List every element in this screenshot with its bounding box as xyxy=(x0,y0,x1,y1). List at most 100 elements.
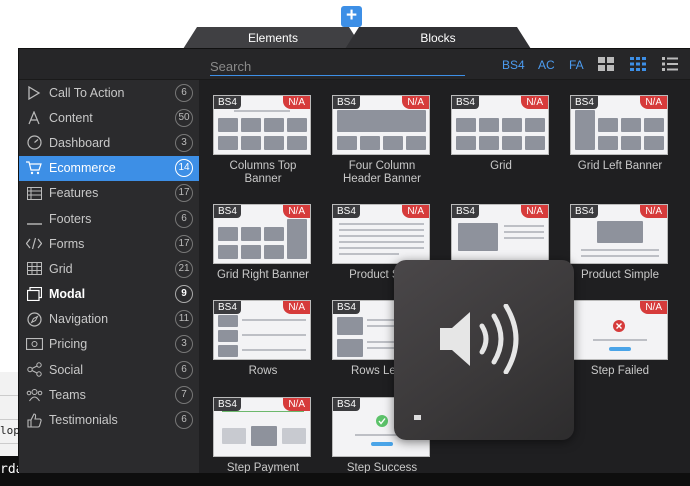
sidebar-item-label: Content xyxy=(49,110,93,125)
sidebar-item-navigation[interactable]: Navigation 11 xyxy=(19,307,199,332)
sidebar-item-label: Call To Action xyxy=(49,85,125,100)
filter-bs4-button[interactable]: BS4 xyxy=(502,58,525,72)
thumb-icon xyxy=(25,412,43,428)
na-badge: N/A xyxy=(640,96,667,109)
block-thumbnail: BS4 N/A xyxy=(213,204,311,264)
block-thumbnail: BS4 N/A xyxy=(570,95,668,155)
sidebar-item-label: Testimonials xyxy=(49,413,118,428)
sidebar-item-call-to-action[interactable]: Call To Action 6 xyxy=(19,80,199,105)
tab-elements[interactable]: Elements xyxy=(183,27,363,49)
sidebar-item-label: Social xyxy=(49,362,84,377)
sidebar-item-label: Teams xyxy=(49,387,86,402)
sidebar-item-label: Ecommerce xyxy=(49,161,116,176)
speaker-icon xyxy=(440,304,519,374)
bs4-badge: BS4 xyxy=(452,205,479,218)
block-card[interactable]: BS4 N/A Grid xyxy=(451,95,551,173)
bs4-badge: BS4 xyxy=(333,96,360,109)
sidebar-item-ecommerce[interactable]: Ecommerce 14 xyxy=(19,155,199,181)
block-thumbnail: BS4 N/A xyxy=(213,397,311,457)
na-badge: N/A xyxy=(402,205,429,218)
na-badge: N/A xyxy=(283,205,310,218)
search-input[interactable] xyxy=(210,57,465,76)
block-card[interactable]: BS4 N/A Rows xyxy=(213,300,313,378)
sidebar-item-content[interactable]: Content 50 xyxy=(19,105,199,130)
filter-ac-button[interactable]: AC xyxy=(538,58,555,72)
count-badge: 50 xyxy=(175,108,193,127)
sidebar-item-label: Footers xyxy=(49,211,92,226)
volume-overlay xyxy=(394,260,574,440)
sidebar-item-testimonials[interactable]: Testimonials 6 xyxy=(19,407,199,432)
count-badge: 17 xyxy=(175,184,193,203)
price-icon xyxy=(25,336,43,352)
sidebar-item-social[interactable]: Social 6 xyxy=(19,357,199,382)
block-title: Rows xyxy=(248,365,278,377)
block-title: Product Simple xyxy=(581,269,659,281)
bs4-badge: BS4 xyxy=(333,301,360,314)
count-badge: 14 xyxy=(175,159,193,178)
bs4-badge: BS4 xyxy=(214,398,241,411)
background-row: lopr xyxy=(0,420,19,444)
category-sidebar: Call To Action 6 Content 50 Dashboard 3 … xyxy=(19,80,199,473)
background-row xyxy=(0,396,19,420)
sidebar-item-grid[interactable]: Grid 21 xyxy=(19,256,199,281)
na-badge: N/A xyxy=(521,205,548,218)
tab-blocks[interactable]: Blocks xyxy=(345,27,531,49)
count-badge: 17 xyxy=(175,234,193,253)
block-card[interactable]: BS4 N/A Grid Left Banner xyxy=(570,95,670,173)
bs4-badge: BS4 xyxy=(571,205,598,218)
count-badge: 6 xyxy=(175,411,193,430)
sidebar-item-label: Grid xyxy=(49,261,73,276)
list-view-icon[interactable] xyxy=(662,57,678,71)
compass-icon xyxy=(25,311,43,327)
na-badge: N/A xyxy=(283,398,310,411)
block-title: Four Column Header Banner xyxy=(343,160,421,185)
sidebar-header xyxy=(19,49,199,80)
sidebar-item-modal[interactable]: Modal 9 xyxy=(19,282,199,307)
block-card[interactable]: N/A Step Failed xyxy=(570,300,670,378)
sidebar-item-label: Modal xyxy=(49,287,86,302)
sidebar-item-forms[interactable]: Forms 17 xyxy=(19,231,199,256)
block-title: Step Failed xyxy=(590,365,650,377)
success-icon xyxy=(376,415,388,427)
block-title: Step Success xyxy=(346,462,418,473)
count-badge: 9 xyxy=(175,285,193,304)
toolbar: BS4 AC FA xyxy=(199,49,690,80)
na-badge: N/A xyxy=(283,96,310,109)
block-title: Grid Left Banner xyxy=(577,160,663,172)
count-badge: 7 xyxy=(175,385,193,404)
background-row xyxy=(0,372,19,396)
gauge-icon xyxy=(25,135,43,151)
sidebar-item-pricing[interactable]: Pricing 3 xyxy=(19,332,199,357)
bs4-badge: BS4 xyxy=(452,96,479,109)
sidebar-item-teams[interactable]: Teams 7 xyxy=(19,382,199,407)
cart-icon xyxy=(25,160,43,176)
block-title: Step Payment xyxy=(226,462,300,473)
count-badge: 6 xyxy=(175,83,193,102)
bs4-badge: BS4 xyxy=(214,205,241,218)
sidebar-item-dashboard[interactable]: Dashboard 3 xyxy=(19,130,199,155)
modal-icon xyxy=(25,286,43,302)
share-icon xyxy=(25,362,43,378)
block-thumbnail: BS4 N/A xyxy=(451,204,549,264)
block-thumbnail: N/A xyxy=(570,300,668,360)
sidebar-item-features[interactable]: Features 17 xyxy=(19,181,199,206)
block-card[interactable]: BS4 N/A Step Payment xyxy=(213,397,313,473)
na-badge: N/A xyxy=(640,205,667,218)
large-grid-view-icon[interactable] xyxy=(598,57,614,71)
bs4-badge: BS4 xyxy=(333,398,360,411)
small-grid-view-icon[interactable] xyxy=(630,57,646,71)
block-thumbnail: BS4 N/A xyxy=(332,95,430,155)
block-card[interactable]: BS4 N/A Grid Right Banner xyxy=(213,204,313,282)
na-badge: N/A xyxy=(521,96,548,109)
block-thumbnail: BS4 N/A xyxy=(332,204,430,264)
filter-fa-button[interactable]: FA xyxy=(569,58,584,72)
block-card[interactable]: BS4 N/A Product Simple xyxy=(570,204,670,282)
block-card[interactable]: BS4 N/A Columns Top Banner xyxy=(213,95,313,186)
block-thumbnail: BS4 N/A xyxy=(451,95,549,155)
count-badge: 11 xyxy=(175,310,193,329)
footer-icon xyxy=(25,211,43,227)
sidebar-item-label: Features xyxy=(49,186,99,201)
add-block-button[interactable]: + xyxy=(341,6,362,27)
block-card[interactable]: BS4 N/A Four Column Header Banner xyxy=(332,95,432,186)
sidebar-item-footers[interactable]: Footers 6 xyxy=(19,206,199,231)
